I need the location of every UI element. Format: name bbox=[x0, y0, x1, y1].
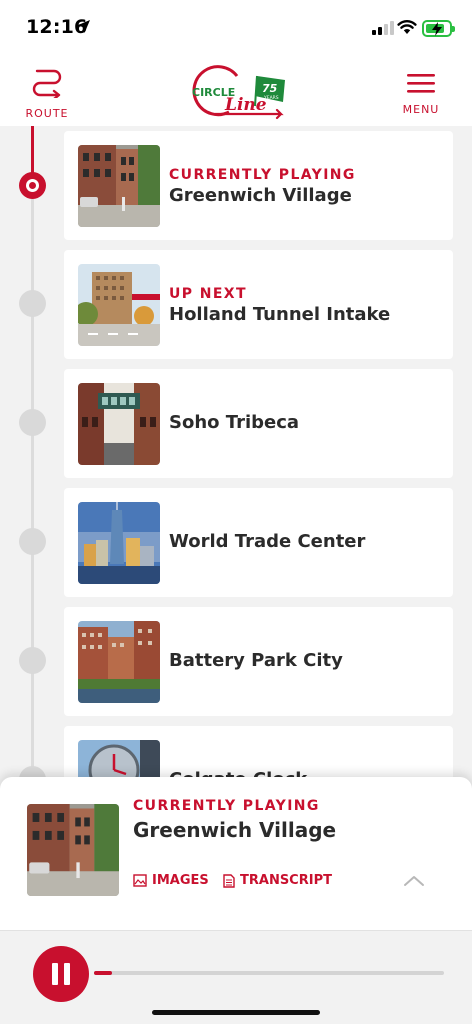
battery-charging-icon bbox=[422, 20, 455, 37]
stop-name: Greenwich Village bbox=[169, 185, 352, 206]
location-arrow-icon bbox=[77, 20, 90, 33]
pause-icon bbox=[52, 963, 58, 985]
stop-name: Soho Tribeca bbox=[169, 412, 300, 433]
logo-text-line: Line bbox=[224, 95, 267, 115]
cellular-signal-icon bbox=[372, 21, 394, 35]
stop-card-world-trade-center[interactable]: World Trade Center bbox=[64, 488, 453, 597]
stop-tag: UP NEXT bbox=[169, 286, 247, 302]
images-button[interactable]: IMAGES bbox=[133, 873, 209, 888]
stop-name: Battery Park City bbox=[169, 650, 343, 671]
app-header: ROUTE CIRCLE Line 75 YEARS MENU bbox=[0, 56, 472, 126]
progress-fill bbox=[94, 971, 112, 975]
timeline-dot bbox=[19, 528, 46, 555]
timeline-dot bbox=[19, 409, 46, 436]
stop-name: World Trade Center bbox=[169, 531, 366, 552]
chevron-up-icon[interactable] bbox=[402, 873, 426, 887]
timeline-track bbox=[31, 126, 34, 786]
stop-card-battery-park-city[interactable]: Battery Park City bbox=[64, 607, 453, 716]
audio-player bbox=[0, 930, 472, 1024]
route-button[interactable]: ROUTE bbox=[22, 68, 72, 120]
transcript-button[interactable]: TRANSCRIPT bbox=[223, 873, 332, 888]
stop-card-greenwich-village[interactable]: CURRENTLY PLAYING Greenwich Village bbox=[64, 131, 453, 240]
route-label: ROUTE bbox=[25, 107, 69, 120]
menu-button[interactable]: MENU bbox=[396, 68, 446, 116]
stop-card-holland-tunnel-intake[interactable]: UP NEXT Holland Tunnel Intake bbox=[64, 250, 453, 359]
now-playing-thumbnail bbox=[27, 804, 119, 896]
stop-card-soho-tribeca[interactable]: Soho Tribeca bbox=[64, 369, 453, 478]
timeline-dot-active bbox=[19, 172, 46, 199]
stop-thumbnail bbox=[78, 621, 160, 703]
stop-name: Holland Tunnel Intake bbox=[169, 304, 391, 325]
transcript-label: TRANSCRIPT bbox=[240, 873, 332, 888]
stop-thumbnail bbox=[78, 145, 160, 227]
pause-button[interactable] bbox=[33, 946, 89, 1002]
timeline-dot bbox=[19, 290, 46, 317]
logo-badge-sub: YEARS bbox=[263, 95, 279, 101]
menu-label: MENU bbox=[402, 103, 440, 116]
stop-tag: CURRENTLY PLAYING bbox=[169, 167, 356, 183]
logo-badge: 75 bbox=[262, 82, 278, 95]
stop-thumbnail bbox=[78, 502, 160, 584]
image-icon bbox=[133, 874, 147, 887]
document-icon bbox=[223, 873, 235, 888]
progress-bar[interactable] bbox=[94, 971, 444, 975]
now-playing-tag: CURRENTLY PLAYING bbox=[133, 798, 320, 814]
route-icon bbox=[32, 69, 62, 98]
now-playing-title: Greenwich Village bbox=[133, 818, 337, 842]
images-label: IMAGES bbox=[152, 873, 209, 888]
wifi-icon bbox=[397, 20, 417, 34]
now-playing-panel[interactable]: CURRENTLY PLAYING Greenwich Village IMAG… bbox=[0, 777, 472, 930]
menu-icon bbox=[407, 74, 435, 93]
timeline-progress bbox=[31, 126, 34, 178]
stop-thumbnail bbox=[78, 264, 160, 346]
stop-thumbnail bbox=[78, 383, 160, 465]
circle-line-logo[interactable]: CIRCLE Line 75 YEARS bbox=[185, 62, 289, 120]
home-indicator bbox=[152, 1010, 320, 1015]
status-bar: 12:16 bbox=[0, 0, 472, 56]
timeline-dot bbox=[19, 647, 46, 674]
